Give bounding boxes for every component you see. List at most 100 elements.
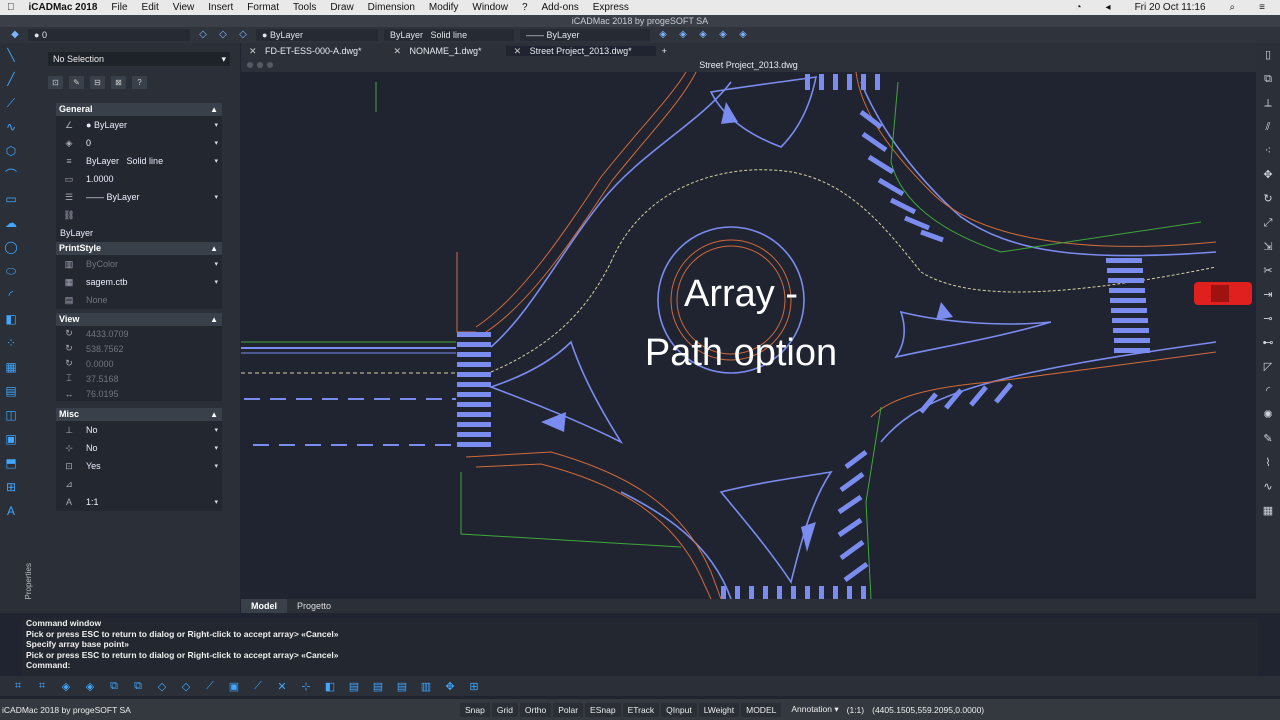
scale-icon[interactable]: ⤢: [1256, 211, 1280, 235]
wifi-icon[interactable]: ◔: [1069, 2, 1089, 13]
layer-prev-icon[interactable]: ◇: [216, 29, 230, 41]
layer-row[interactable]: ◈ 0 ▾: [56, 134, 222, 152]
spline-edit-icon[interactable]: ∿: [1256, 475, 1280, 499]
misc-row-1[interactable]: ⊥ No ▾: [56, 421, 222, 439]
fillet-icon[interactable]: ◜: [1256, 379, 1280, 403]
tool4-icon[interactable]: ◈: [716, 29, 730, 41]
tool-g-icon[interactable]: ◇: [154, 680, 170, 693]
layer-tool-icon[interactable]: ◇: [196, 29, 210, 41]
tool-t-icon[interactable]: ⊞: [466, 680, 482, 693]
tool-n-icon[interactable]: ◧: [322, 680, 338, 693]
lineweight-row[interactable]: ☰ —— ByLayer ▾: [56, 188, 222, 206]
revcloud-icon[interactable]: ☁: [0, 211, 22, 235]
rectangle-icon[interactable]: ▭: [0, 187, 22, 211]
tool-e-icon[interactable]: ⧉: [106, 680, 122, 693]
qinput-toggle[interactable]: QInput: [661, 702, 697, 717]
selection-dropdown[interactable]: No Selection ▾: [48, 52, 230, 66]
menu-format[interactable]: Format: [240, 2, 286, 13]
erase-icon[interactable]: ▯: [1256, 43, 1280, 67]
misc-row-3[interactable]: ⊡ Yes ▾: [56, 457, 222, 475]
plotstyle-value-row[interactable]: ByLayer: [56, 224, 222, 242]
annotation-dropdown[interactable]: Annotation ▾: [791, 704, 838, 715]
esnap-toggle[interactable]: ESnap: [585, 702, 621, 717]
copy-icon[interactable]: ⧉: [1256, 67, 1280, 91]
polyline-edit-icon[interactable]: ⌇: [1256, 451, 1280, 475]
general-header[interactable]: General ▲: [56, 103, 222, 116]
hyperlink-row[interactable]: ⛓: [56, 206, 222, 224]
explode-icon[interactable]: ✺: [1256, 403, 1280, 427]
xline-icon[interactable]: ╱: [0, 67, 22, 91]
menu-modify[interactable]: Modify: [422, 2, 465, 13]
break-icon[interactable]: ⊸: [1256, 307, 1280, 331]
mtext-icon[interactable]: A: [0, 499, 22, 523]
tool-l-icon[interactable]: ✕: [274, 680, 290, 693]
tool-d-icon[interactable]: ◈: [82, 680, 98, 693]
tool-j-icon[interactable]: ▣: [226, 680, 242, 693]
tab-progetto[interactable]: Progetto: [287, 599, 341, 613]
lineweight-combo[interactable]: —— ByLayer: [520, 29, 650, 41]
snap-toggle[interactable]: Snap: [460, 702, 490, 717]
stretch-icon[interactable]: ⇲: [1256, 235, 1280, 259]
menu-express[interactable]: Express: [586, 2, 636, 13]
search-icon[interactable]: ⌕: [1223, 2, 1243, 13]
ellipse-icon[interactable]: ⬭: [0, 259, 22, 283]
printtable-row[interactable]: ▦ sagem.ctb ▾: [56, 273, 222, 291]
misc-header[interactable]: Misc ▲: [56, 408, 222, 421]
match-props-icon[interactable]: ◈: [656, 29, 670, 41]
layer-manager-icon[interactable]: ◆: [8, 29, 22, 41]
region-icon[interactable]: ◫: [0, 403, 22, 427]
volume-icon[interactable]: ◂: [1099, 2, 1118, 13]
grid-icon[interactable]: ⊞: [0, 475, 22, 499]
point-icon[interactable]: ⁘: [0, 331, 22, 355]
array-icon[interactable]: ⁖: [1256, 139, 1280, 163]
tool-c-icon[interactable]: ◈: [58, 680, 74, 693]
chamfer-icon[interactable]: ◸: [1256, 355, 1280, 379]
arc-icon[interactable]: ⌒: [0, 163, 22, 187]
menu-window[interactable]: Window: [465, 2, 515, 13]
boundary-icon[interactable]: ⬒: [0, 451, 22, 475]
select-objects-icon[interactable]: ✎: [69, 76, 84, 89]
menu-insert[interactable]: Insert: [201, 2, 240, 13]
menu-file[interactable]: File: [104, 2, 134, 13]
grid-toggle[interactable]: Grid: [491, 702, 518, 717]
color-row[interactable]: ∠ ● ByLayer ▾: [56, 116, 222, 134]
printstyle-header[interactable]: PrintStyle ▲: [56, 242, 222, 255]
circle-icon[interactable]: ◯: [0, 235, 22, 259]
command-prompt[interactable]: Command:: [22, 660, 1258, 671]
extend-icon[interactable]: ⇥: [1256, 283, 1280, 307]
etrack-toggle[interactable]: ETrack: [622, 702, 660, 717]
menu-draw[interactable]: Draw: [323, 2, 360, 13]
linetype-row[interactable]: ≡ ByLayer Solid line ▾: [56, 152, 222, 170]
app-menu[interactable]: iCADMac 2018: [22, 2, 105, 13]
apple-icon[interactable]: : [0, 2, 22, 13]
menu-addons[interactable]: Add-ons: [535, 2, 586, 13]
menu-tools[interactable]: Tools: [286, 2, 323, 13]
minimize-window-button[interactable]: [257, 62, 263, 68]
polyline-icon[interactable]: ⟋: [0, 91, 22, 115]
misc-row-5[interactable]: A 1:1 ▾: [56, 493, 222, 511]
color-combo[interactable]: ● ByLayer: [256, 29, 378, 41]
tool2-icon[interactable]: ◈: [676, 29, 690, 41]
misc-row-4[interactable]: ⊿: [56, 475, 222, 493]
tab-street-project[interactable]: ✕ Street Project_2013.dwg*: [505, 46, 656, 56]
help-icon[interactable]: ?: [132, 76, 147, 89]
ellipse-arc-icon[interactable]: ◜: [0, 283, 22, 307]
zoom-window-button[interactable]: [267, 62, 273, 68]
lweight-toggle[interactable]: LWeight: [698, 702, 740, 717]
offset-icon[interactable]: ⫽: [1256, 115, 1280, 139]
layer-iso-icon[interactable]: ◇: [236, 29, 250, 41]
mirror-icon[interactable]: ⟂: [1256, 91, 1280, 115]
tool-f-icon[interactable]: ⧉: [130, 680, 146, 693]
misc-row-2[interactable]: ⊹ No ▾: [56, 439, 222, 457]
tool-a-icon[interactable]: ⌗: [10, 680, 26, 693]
rotate-icon[interactable]: ↻: [1256, 187, 1280, 211]
toggle-icon[interactable]: ⊠: [111, 76, 126, 89]
menu-edit[interactable]: Edit: [135, 2, 166, 13]
properties-side-label[interactable]: Properties: [24, 563, 33, 599]
gradient-icon[interactable]: ▤: [0, 379, 22, 403]
layer-combo[interactable]: ● 0: [28, 29, 190, 41]
new-tab-button[interactable]: +: [656, 46, 673, 56]
annotation-scale[interactable]: (1:1): [847, 705, 864, 715]
pickadd-icon[interactable]: ⊟: [90, 76, 105, 89]
tool-o-icon[interactable]: ▤: [346, 680, 362, 693]
